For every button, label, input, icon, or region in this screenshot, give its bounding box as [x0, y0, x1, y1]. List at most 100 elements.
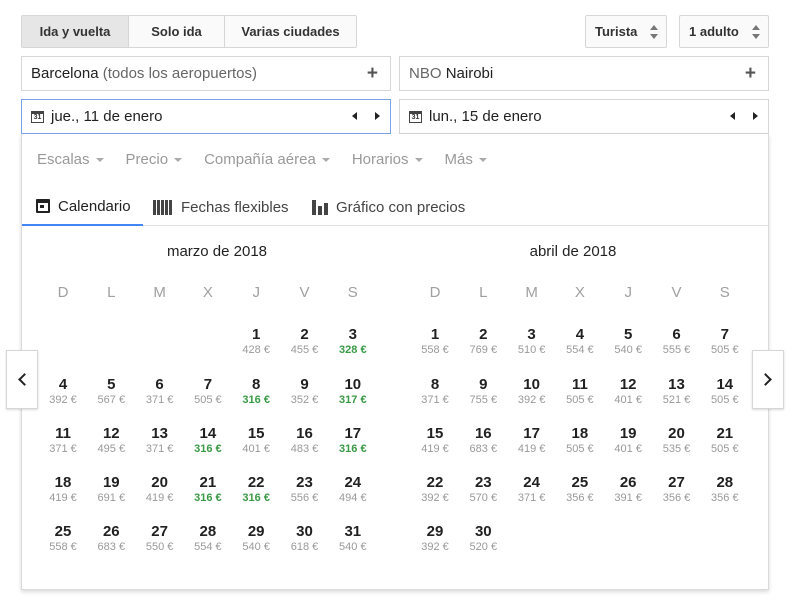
day-cell[interactable]: 17 316 € — [329, 425, 377, 456]
next-day-icon[interactable] — [753, 112, 758, 120]
day-cell[interactable]: 1 428 € — [232, 326, 280, 357]
day-cell[interactable]: 20 535 € — [653, 425, 701, 456]
day-cell[interactable]: 31 540 € — [329, 523, 377, 554]
day-price: 540 € — [614, 344, 642, 356]
day-cell[interactable]: 6 555 € — [653, 326, 701, 357]
day-cell[interactable]: 26 391 € — [604, 474, 652, 505]
origin-field[interactable]: Barcelona (todos los aeropuertos) + — [21, 56, 391, 91]
day-cell[interactable]: 1 558 € — [411, 326, 459, 357]
day-cell[interactable]: 13 521 € — [653, 376, 701, 407]
day-cell[interactable]: 8 316 € — [232, 376, 280, 407]
day-cell[interactable]: 14 316 € — [184, 425, 232, 456]
day-cell[interactable]: 11 505 € — [556, 376, 604, 407]
day-cell[interactable]: 29 392 € — [411, 523, 459, 554]
day-cell[interactable]: 3 328 € — [329, 326, 377, 357]
day-cell[interactable]: 21 505 € — [701, 425, 749, 456]
depart-date-nav — [352, 112, 380, 120]
prev-day-icon[interactable] — [730, 112, 735, 120]
day-cell[interactable]: 7 505 € — [184, 376, 232, 407]
filter-more[interactable]: Más — [445, 151, 487, 168]
return-date-field[interactable]: 31 lun., 15 de enero — [399, 99, 769, 134]
day-price: 419 € — [145, 492, 174, 504]
day-number: 29 — [247, 523, 265, 540]
day-cell[interactable]: 19 691 € — [87, 474, 135, 505]
day-cell[interactable]: 29 540 € — [232, 523, 280, 554]
tab-price-graph[interactable]: Gráfico con precios — [312, 188, 465, 226]
day-cell[interactable]: 22 316 € — [232, 474, 280, 505]
day-cell[interactable]: 4 392 € — [39, 376, 87, 407]
day-cell[interactable]: 28 554 € — [184, 523, 232, 554]
day-cell[interactable]: 15 419 € — [411, 425, 459, 456]
filter-times[interactable]: Horarios — [352, 151, 423, 168]
day-cell[interactable]: 17 419 € — [508, 425, 556, 456]
trip-type-oneway[interactable]: Solo ida — [129, 16, 225, 47]
filter-price[interactable]: Precio — [126, 151, 183, 168]
day-cell[interactable]: 10 392 € — [508, 376, 556, 407]
filter-airline[interactable]: Compañía aérea — [204, 151, 330, 168]
prev-day-icon[interactable] — [352, 112, 357, 120]
day-cell[interactable]: 13 371 € — [136, 425, 184, 456]
trip-type-multicity[interactable]: Varias ciudades — [225, 16, 356, 47]
add-origin-icon[interactable]: + — [367, 64, 378, 83]
day-cell[interactable]: 24 371 € — [508, 474, 556, 505]
day-cell[interactable]: 18 505 € — [556, 425, 604, 456]
day-cell[interactable]: 22 392 € — [411, 474, 459, 505]
day-price: 401 € — [242, 443, 270, 455]
passengers-select[interactable]: 1 adulto — [679, 15, 769, 48]
day-price: 419 € — [49, 492, 77, 504]
day-cell[interactable]: 18 419 € — [39, 474, 87, 505]
destination-field[interactable]: NBO Nairobi + — [399, 56, 769, 91]
cabin-class-select[interactable]: Turista — [585, 15, 667, 48]
tab-calendar[interactable]: Calendario — [22, 188, 143, 226]
trip-type-roundtrip[interactable]: Ida y vuelta — [22, 16, 129, 47]
day-cell[interactable]: 28 356 € — [701, 474, 749, 505]
day-cell[interactable]: 25 356 € — [556, 474, 604, 505]
day-number: 1 — [430, 326, 440, 343]
day-cell[interactable]: 27 550 € — [136, 523, 184, 554]
day-cell[interactable]: 9 352 € — [281, 376, 329, 407]
day-cell[interactable]: 11 371 € — [39, 425, 87, 456]
day-cell[interactable]: 23 570 € — [459, 474, 507, 505]
day-cell[interactable]: 25 558 € — [39, 523, 87, 554]
day-cell[interactable]: 30 520 € — [459, 523, 507, 554]
day-cell[interactable]: 12 495 € — [87, 425, 135, 456]
day-cell[interactable]: 23 556 € — [281, 474, 329, 505]
day-number: 21 — [199, 474, 217, 491]
day-cell[interactable]: 26 683 € — [87, 523, 135, 554]
day-cell[interactable]: 30 618 € — [281, 523, 329, 554]
day-cell[interactable]: 8 371 € — [411, 376, 459, 407]
day-price: 494 € — [339, 492, 367, 504]
day-cell[interactable]: 16 483 € — [281, 425, 329, 456]
day-price: 316 € — [194, 443, 222, 455]
day-cell[interactable]: 27 356 € — [653, 474, 701, 505]
day-cell[interactable]: 21 316 € — [184, 474, 232, 505]
tab-flexible-dates[interactable]: Fechas flexibles — [153, 188, 289, 226]
day-cell[interactable]: 15 401 € — [232, 425, 280, 456]
depart-date-field[interactable]: 31 jue., 11 de enero — [21, 99, 391, 134]
day-cell[interactable]: 5 567 € — [87, 376, 135, 407]
day-cell[interactable]: 20 419 € — [136, 474, 184, 505]
day-cell[interactable]: 3 510 € — [508, 326, 556, 357]
next-month-button[interactable] — [752, 350, 784, 409]
day-cell[interactable]: 12 401 € — [604, 376, 652, 407]
day-price: 505 € — [711, 443, 739, 455]
prev-month-button[interactable] — [6, 350, 38, 409]
day-cell[interactable]: 19 401 € — [604, 425, 652, 456]
day-cell[interactable]: 6 371 € — [136, 376, 184, 407]
day-cell[interactable]: 14 505 € — [701, 376, 749, 407]
day-cell[interactable]: 7 505 € — [701, 326, 749, 357]
next-day-icon[interactable] — [375, 112, 380, 120]
day-cell[interactable]: 4 554 € — [556, 326, 604, 357]
add-destination-icon[interactable]: + — [745, 64, 756, 83]
day-cell[interactable]: 2 769 € — [459, 326, 507, 357]
filter-stops[interactable]: Escalas — [37, 151, 104, 168]
day-cell[interactable]: 24 494 € — [329, 474, 377, 505]
day-price: 520 € — [469, 541, 498, 553]
weekday-header: V — [299, 284, 310, 301]
day-cell[interactable]: 16 683 € — [459, 425, 507, 456]
caret-down-icon — [95, 158, 104, 163]
day-cell[interactable]: 9 755 € — [459, 376, 507, 407]
day-cell[interactable]: 2 455 € — [281, 326, 329, 357]
day-cell[interactable]: 5 540 € — [604, 326, 652, 357]
day-cell[interactable]: 10 317 € — [329, 376, 377, 407]
